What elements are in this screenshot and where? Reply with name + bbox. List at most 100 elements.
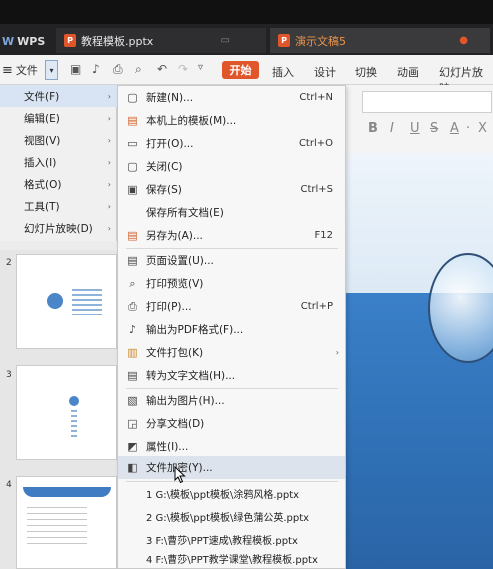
menu-item-insert[interactable]: 插入(I) › <box>0 151 117 173</box>
menu-recent-2[interactable]: 2 G:\模板\ppt模板\绿色蒲公英.pptx <box>118 505 345 528</box>
menu-item-label: 视图(V) <box>24 134 61 147</box>
menu-item-label: 新建(N)... <box>146 92 194 104</box>
superscript-icon[interactable]: X <box>478 121 487 136</box>
save-icon[interactable]: ▣ <box>70 62 81 76</box>
hamburger-icon: ≡ <box>2 62 13 78</box>
file-menu-label: 文件 <box>15 64 38 77</box>
print-icon: ⎙ <box>128 300 137 313</box>
template-icon: ▤ <box>127 114 138 127</box>
thumb-text-lines <box>71 410 77 440</box>
shortcut-label: Ctrl+P <box>300 301 333 312</box>
strikethrough-icon[interactable]: S <box>430 121 438 136</box>
menu-export-image[interactable]: ▧ 输出为图片(H)... <box>118 389 345 412</box>
menu-item-file[interactable]: 文件(F) › <box>0 85 117 107</box>
menu-item-label: 本机上的模板(M)... <box>146 115 237 127</box>
slide-thumbnail-4[interactable] <box>16 476 117 569</box>
share-icon: ◲ <box>127 417 138 430</box>
encrypt-icon: ◧ <box>127 461 138 474</box>
menu-item-format[interactable]: 格式(O) › <box>0 173 117 195</box>
slide-thumbnail-3[interactable] <box>16 365 117 460</box>
menu-properties[interactable]: ◩ 属性(I)... <box>118 435 345 458</box>
menu-close[interactable]: ▢ 关闭(C) <box>118 155 345 178</box>
close-doc-icon: ▢ <box>127 160 138 173</box>
menu-share[interactable]: ◲ 分享文档(D) <box>118 412 345 435</box>
wps-app-tab[interactable]: W WPS <box>0 30 55 52</box>
menu-save-as[interactable]: ▤ 另存为(A)... F12 <box>118 224 345 247</box>
new-doc-icon: ▢ <box>127 91 138 104</box>
slide-number: 2 <box>6 258 12 268</box>
menu-item-slideshow[interactable]: 幻灯片放映(D) › <box>0 217 117 239</box>
format-painter-icon[interactable]: ♪ <box>92 62 100 76</box>
bold-icon[interactable]: B <box>368 121 378 136</box>
font-color-icon[interactable]: A <box>450 121 459 136</box>
menu-item-label: 打印(P)... <box>146 301 192 313</box>
tab-start[interactable]: 开始 <box>222 61 259 79</box>
tab-design[interactable]: 设计 <box>314 64 336 80</box>
page-setup-icon: ▤ <box>127 254 138 267</box>
chevron-right-icon: › <box>107 223 111 233</box>
menu-encrypt[interactable]: ◧ 文件加密(Y)... <box>118 456 345 479</box>
chevron-right-icon: › <box>107 179 111 189</box>
tab-insert[interactable]: 插入 <box>272 64 294 80</box>
print-preview-icon: ⌕ <box>129 277 136 290</box>
menu-package[interactable]: ▥ 文件打包(K) › <box>118 341 345 364</box>
menu-bar-list: 文件(F) › 编辑(E) › 视图(V) › 插入(I) › 格式(O) › 工具(T)… <box>0 85 117 241</box>
slide-canvas[interactable] <box>346 153 493 569</box>
image-export-icon: ▧ <box>127 394 138 407</box>
menu-page-setup[interactable]: ▤ 页面设置(U)... <box>118 249 345 272</box>
slide-thumbnail-2[interactable] <box>16 254 117 349</box>
chevron-down-icon[interactable]: ▾ <box>45 60 58 80</box>
redo-icon[interactable]: ↷ <box>178 62 188 76</box>
menu-recent-1[interactable]: 1 G:\模板\ppt模板\涂鸦风格.pptx <box>118 482 345 505</box>
menu-print[interactable]: ⎙ 打印(P)... Ctrl+P <box>118 295 345 318</box>
recent-file-label: 3 F:\曹莎\PPT速成\教程模板.pptx <box>146 536 298 547</box>
menu-print-preview[interactable]: ⌕ 打印预览(V) <box>118 272 345 295</box>
underline-icon[interactable]: U <box>410 121 420 136</box>
thumb-bowl-image <box>47 293 63 309</box>
ribbon: ≡ 文件 ▾ ▣ ♪ ⎙ ⌕ ↶ ↷ ▿ 开始 插入 设计 切换 动画 幻灯片放… <box>0 55 493 95</box>
tab-doc-template[interactable]: P 教程模板.pptx ▭ <box>56 28 266 53</box>
close-icon[interactable]: ▭ <box>221 35 230 46</box>
undo-icon[interactable]: ↶ <box>157 62 167 76</box>
menu-item-tools[interactable]: 工具(T) › <box>0 195 117 217</box>
menu-item-view[interactable]: 视图(V) › <box>0 129 117 151</box>
menu-recent-4[interactable]: 4 F:\曹莎\PPT教学课堂\教程模板.pptx <box>118 547 345 569</box>
menu-save[interactable]: ▣ 保存(S) Ctrl+S <box>118 178 345 201</box>
customize-icon[interactable]: ▿ <box>198 62 203 73</box>
chevron-right-icon: › <box>107 113 111 123</box>
print-icon[interactable]: ⎙ <box>113 62 123 77</box>
chevron-right-icon: › <box>107 157 111 167</box>
menu-item-label: 分享文档(D) <box>146 418 205 430</box>
shortcut-label: F12 <box>314 230 333 241</box>
menu-item-label: 文件(F) <box>24 90 60 103</box>
print-preview-icon[interactable]: ⌕ <box>135 62 142 77</box>
modified-dot-icon[interactable]: ● <box>459 35 468 46</box>
italic-icon[interactable]: I <box>390 121 394 136</box>
pdf-icon: ♪ <box>128 323 137 336</box>
mouse-cursor-icon <box>174 466 186 484</box>
recent-file-label: 2 G:\模板\ppt模板\绿色蒲公英.pptx <box>146 513 310 524</box>
chevron-down-icon[interactable]: · <box>466 121 470 136</box>
menu-item-label: 文件打包(K) <box>146 347 204 359</box>
menu-open[interactable]: ▭ 打开(O)... Ctrl+O <box>118 132 345 155</box>
tab-animation[interactable]: 动画 <box>397 64 419 80</box>
thumb-header-image <box>23 487 111 497</box>
thumb-bowl-image <box>69 396 79 406</box>
tab-doc-presentation5[interactable]: P 演示文稿5 ● <box>270 28 490 53</box>
menu-item-edit[interactable]: 编辑(E) › <box>0 107 117 129</box>
folder-icon: ▭ <box>127 137 138 150</box>
tab-transition[interactable]: 切换 <box>355 64 377 80</box>
menu-new[interactable]: ▢ 新建(N)... Ctrl+N <box>118 86 345 109</box>
file-dropdown-menu: ▢ 新建(N)... Ctrl+N ▤ 本机上的模板(M)... ▭ 打开(O)… <box>117 85 346 569</box>
menu-item-label: 保存所有文档(E) <box>146 207 224 219</box>
save-icon: ▣ <box>127 183 138 196</box>
menu-local-template[interactable]: ▤ 本机上的模板(M)... <box>118 109 345 132</box>
file-menu-button[interactable]: ≡ 文件 <box>2 60 38 80</box>
menu-item-label: 保存(S) <box>146 184 182 196</box>
menu-convert-text[interactable]: ▤ 转为文字文档(H)... <box>118 364 345 387</box>
font-name-input[interactable] <box>362 91 492 113</box>
menu-save-all[interactable]: 保存所有文档(E) <box>118 201 345 224</box>
menu-export-pdf[interactable]: ♪ 输出为PDF格式(F)... <box>118 318 345 341</box>
menu-item-label: 工具(T) <box>24 200 60 213</box>
shortcut-label: Ctrl+N <box>299 92 333 103</box>
